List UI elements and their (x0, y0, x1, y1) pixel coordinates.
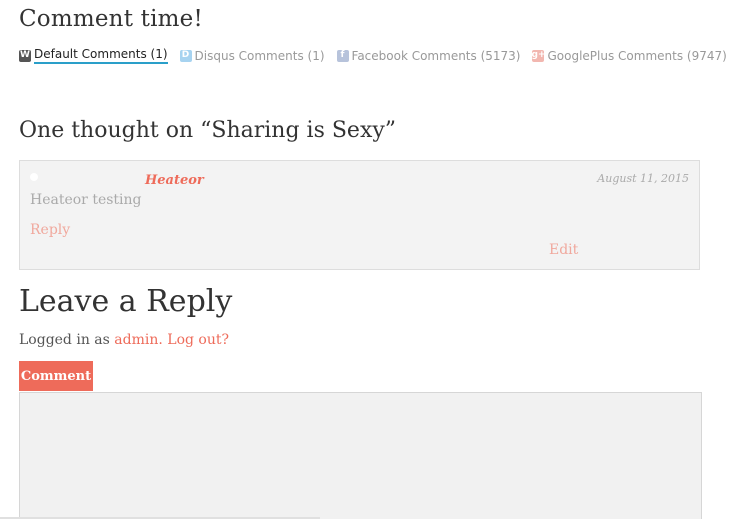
comment-author[interactable]: Heateor (145, 173, 204, 188)
edit-link[interactable]: Edit (549, 242, 578, 258)
tab-label: Disqus Comments (1) (194, 48, 325, 63)
leave-reply-title: Leave a Reply (19, 284, 233, 319)
comment-system-tabs: W Default Comments (1) D Disqus Comments… (19, 47, 731, 64)
avatar (30, 173, 38, 181)
comment-date[interactable]: August 11, 2015 (597, 172, 689, 185)
wordpress-icon: W (19, 49, 31, 62)
tab-label: Facebook Comments (5173) (351, 48, 521, 63)
tab-label: Default Comments (1) (34, 47, 168, 64)
user-profile-link[interactable]: admin (114, 332, 158, 348)
googleplus-icon: g+ (531, 49, 546, 62)
tab-disqus-comments[interactable]: D Disqus Comments (1) (179, 48, 325, 63)
comments-count-title: One thought on “Sharing is Sexy” (19, 118, 397, 143)
logged-in-prefix: Logged in as (19, 332, 115, 348)
tab-default-comments[interactable]: W Default Comments (1) (19, 47, 168, 64)
comment-section-title: Comment time! (19, 6, 203, 32)
comment-field-label: Comment (19, 361, 93, 391)
comment-item: Heateor August 11, 2015 Heateor testing … (19, 160, 700, 270)
reply-link[interactable]: Reply (30, 222, 70, 238)
disqus-icon: D (179, 49, 192, 62)
separator: . (158, 332, 168, 348)
comment-text: Heateor testing (30, 192, 142, 208)
tab-facebook-comments[interactable]: f Facebook Comments (5173) (336, 48, 521, 63)
logout-link[interactable]: Log out? (167, 332, 229, 348)
facebook-icon: f (336, 49, 349, 62)
tab-googleplus-comments[interactable]: g+ GooglePlus Comments (9747) (531, 48, 727, 63)
logged-in-status: Logged in as admin. Log out? (19, 332, 229, 348)
comment-textarea[interactable] (19, 392, 702, 519)
tab-label: GooglePlus Comments (9747) (547, 48, 727, 63)
